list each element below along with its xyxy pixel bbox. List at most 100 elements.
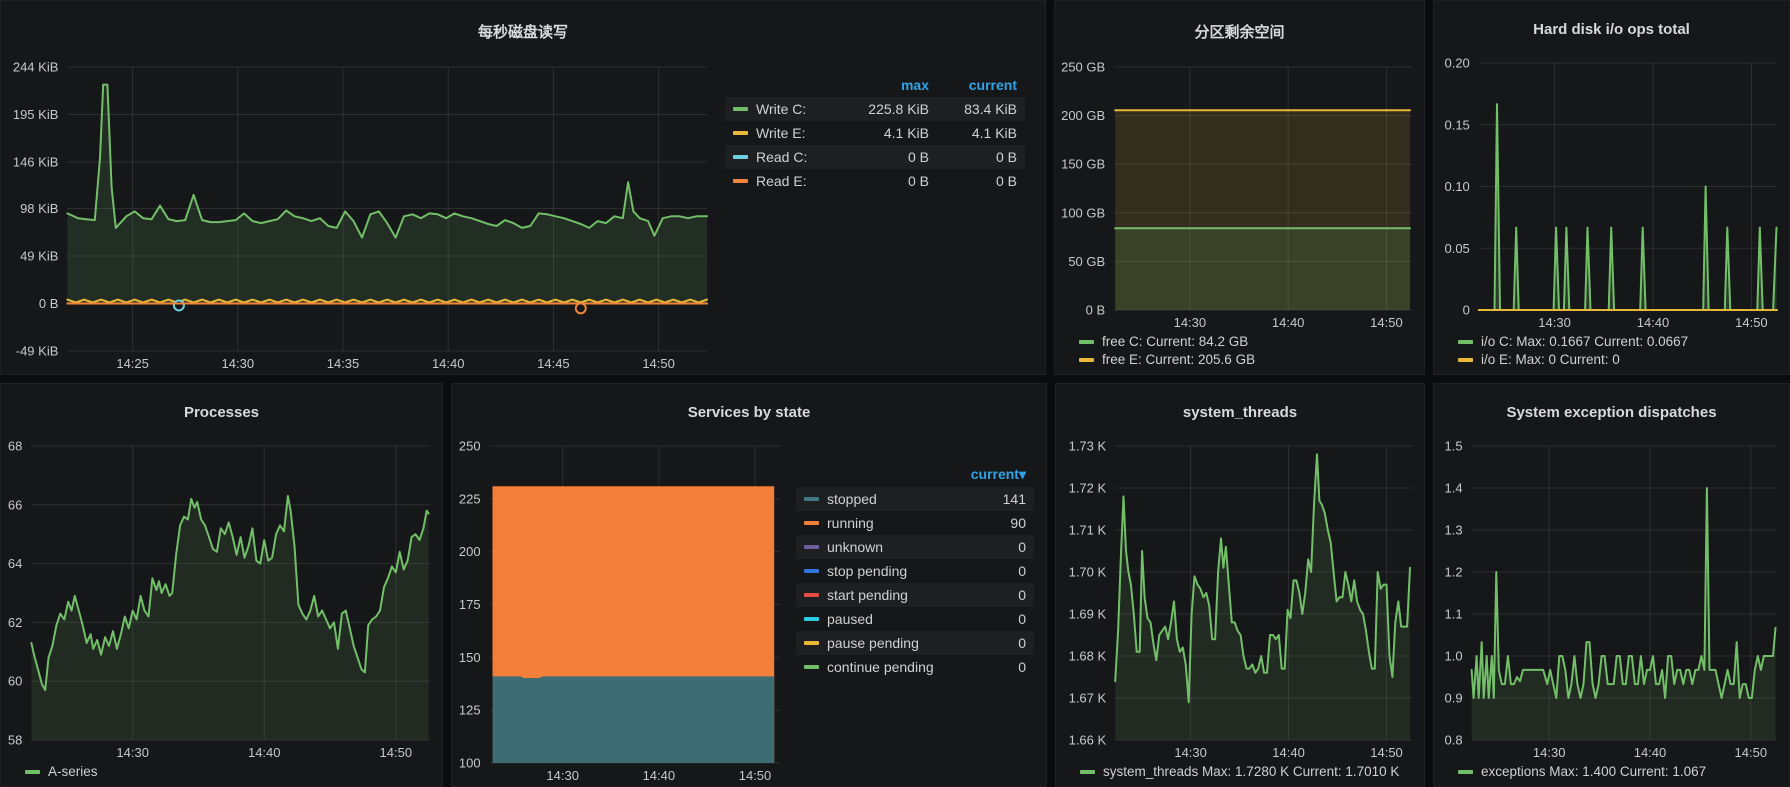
- panel-system-threads: system_threads 1.73 K1.72 K1.71 K1.70 K1…: [1055, 383, 1425, 787]
- series-swatch-icon: [804, 569, 819, 573]
- legend-item[interactable]: A-series: [25, 764, 434, 779]
- legend-row[interactable]: stopped 141: [796, 487, 1034, 511]
- panel-title[interactable]: Processes: [1, 396, 442, 423]
- series-value: 0: [968, 635, 1026, 651]
- legend-item[interactable]: free C: Current: 84.2 GB: [1079, 334, 1416, 349]
- legend-row[interactable]: Write C:225.8 KiB83.4 KiB: [725, 97, 1025, 121]
- series-swatch-icon: [804, 593, 819, 597]
- processes-chart[interactable]: 68666462605814:3014:4014:50: [1, 436, 442, 763]
- legend-item[interactable]: i/o E: Max: 0 Current: 0: [1458, 352, 1781, 367]
- svg-text:150: 150: [459, 650, 481, 665]
- series-value: 83.4 KiB: [929, 101, 1017, 117]
- series-value: 0 B: [929, 173, 1017, 189]
- series-value: 0 B: [929, 149, 1017, 165]
- series-label: exceptions Max: 1.400 Current: 1.067: [1481, 764, 1706, 779]
- system-threads-chart[interactable]: 1.73 K1.72 K1.71 K1.70 K1.69 K1.68 K1.67…: [1056, 436, 1424, 763]
- free-space-chart[interactable]: 250 GB200 GB150 GB100 GB50 GB0 B14:3014:…: [1055, 57, 1424, 333]
- legend-item[interactable]: i/o C: Max: 0.1667 Current: 0.0667: [1458, 334, 1781, 349]
- legend-row[interactable]: Read C:0 B0 B: [725, 145, 1025, 169]
- series-label: start pending: [827, 587, 908, 603]
- legend-table-header: maxcurrent: [725, 73, 1025, 97]
- series-swatch-icon: [1079, 340, 1094, 344]
- svg-text:0: 0: [1463, 302, 1470, 317]
- svg-text:14:40: 14:40: [1272, 315, 1305, 330]
- legend-sort-column[interactable]: current: [929, 77, 1017, 93]
- svg-text:14:35: 14:35: [327, 356, 360, 371]
- io_ops-canvas[interactable]: 0.200.150.100.05014:3014:4014:50: [1434, 53, 1789, 333]
- services-chart[interactable]: 25022520017515012510014:3014:4014:50: [452, 436, 792, 786]
- system-threads-legend: system_threads Max: 1.7280 K Current: 1.…: [1056, 763, 1424, 786]
- svg-text:150 GB: 150 GB: [1061, 157, 1105, 172]
- series-value: 0: [968, 539, 1026, 555]
- svg-text:1.0: 1.0: [1445, 648, 1463, 663]
- legend-item[interactable]: exceptions Max: 1.400 Current: 1.067: [1458, 764, 1781, 779]
- disk_rw-canvas[interactable]: 244 KiB195 KiB146 KiB98 KiB49 KiB0 B-49 …: [1, 57, 719, 374]
- legend-row[interactable]: continue pending 0: [796, 655, 1034, 679]
- panel-title[interactable]: Services by state: [452, 396, 1046, 423]
- legend-row[interactable]: Write E:4.1 KiB4.1 KiB: [725, 121, 1025, 145]
- series-swatch-icon: [1079, 358, 1094, 362]
- svg-text:14:40: 14:40: [248, 745, 281, 760]
- processes-canvas[interactable]: 68666462605814:3014:4014:50: [1, 436, 442, 763]
- legend-sort-column[interactable]: current▾: [968, 466, 1026, 483]
- panel-title[interactable]: system_threads: [1056, 396, 1424, 423]
- legend-row[interactable]: unknown0: [796, 535, 1034, 559]
- panel-title[interactable]: System exception dispatches: [1434, 396, 1789, 423]
- panel-processes: Processes 68666462605814:3014:4014:50 A-…: [0, 383, 443, 787]
- svg-text:0.15: 0.15: [1444, 117, 1469, 132]
- legend-row[interactable]: running90: [796, 511, 1034, 535]
- svg-text:1.5: 1.5: [1445, 438, 1463, 453]
- legend-row[interactable]: stop pending0: [796, 559, 1034, 583]
- legend-row[interactable]: Read E:0 B0 B: [725, 169, 1025, 193]
- series-label: A-series: [48, 764, 98, 779]
- svg-text:14:30: 14:30: [1174, 315, 1207, 330]
- series-swatch-icon: [733, 131, 748, 135]
- disk-read-write-chart[interactable]: 244 KiB195 KiB146 KiB98 KiB49 KiB0 B-49 …: [1, 57, 719, 374]
- series-value: 141: [968, 491, 1026, 507]
- exceptions-chart[interactable]: 1.51.41.31.21.11.00.90.814:3014:4014:50: [1434, 436, 1789, 763]
- svg-text:100: 100: [459, 755, 481, 770]
- legend-row[interactable]: start pending0: [796, 583, 1034, 607]
- svg-text:0.8: 0.8: [1445, 732, 1463, 747]
- series-label: running: [827, 515, 874, 531]
- svg-text:66: 66: [8, 497, 22, 512]
- grafana-dashboard: 每秒磁盘读写 244 KiB195 KiB146 KiB98 KiB49 KiB…: [0, 0, 1790, 787]
- series-swatch-icon: [1080, 770, 1095, 774]
- series-label: i/o E: Max: 0 Current: 0: [1481, 352, 1620, 367]
- series-label: stopped: [827, 491, 877, 507]
- series-swatch-icon: [25, 770, 40, 774]
- svg-text:14:30: 14:30: [116, 745, 149, 760]
- io-ops-chart[interactable]: 0.200.150.100.05014:3014:4014:50: [1434, 53, 1789, 333]
- free_space-canvas[interactable]: 250 GB200 GB150 GB100 GB50 GB0 B14:3014:…: [1055, 57, 1424, 333]
- services-canvas[interactable]: 25022520017515012510014:3014:4014:50: [452, 436, 792, 786]
- threads-canvas[interactable]: 1.73 K1.72 K1.71 K1.70 K1.69 K1.68 K1.67…: [1056, 436, 1424, 763]
- legend-row[interactable]: pause pending0: [796, 631, 1034, 655]
- svg-text:146 KiB: 146 KiB: [13, 154, 59, 169]
- exceptions-canvas[interactable]: 1.51.41.31.21.11.00.90.814:3014:4014:50: [1434, 436, 1789, 763]
- panel-title[interactable]: 分区剩余空间: [1055, 13, 1424, 44]
- svg-text:175: 175: [459, 597, 481, 612]
- svg-text:195 KiB: 195 KiB: [13, 107, 59, 122]
- exceptions-legend: exceptions Max: 1.400 Current: 1.067: [1434, 763, 1789, 786]
- series-value: 0 B: [829, 149, 929, 165]
- legend-item[interactable]: system_threads Max: 1.7280 K Current: 1.…: [1080, 764, 1416, 779]
- svg-text:1.67 K: 1.67 K: [1069, 690, 1107, 705]
- svg-text:225: 225: [459, 491, 481, 506]
- series-value: 0: [968, 659, 1026, 675]
- svg-text:14:30: 14:30: [1538, 315, 1571, 330]
- svg-text:1.2: 1.2: [1445, 564, 1463, 579]
- legend-sort-column[interactable]: max: [829, 77, 929, 93]
- panel-title[interactable]: 每秒磁盘读写: [1, 13, 1045, 44]
- legend-item[interactable]: free E: Current: 205.6 GB: [1079, 352, 1416, 367]
- svg-text:14:50: 14:50: [739, 768, 772, 783]
- svg-text:14:50: 14:50: [1735, 315, 1768, 330]
- svg-text:14:40: 14:40: [643, 768, 676, 783]
- legend-row[interactable]: paused0: [796, 607, 1034, 631]
- svg-text:62: 62: [8, 615, 22, 630]
- svg-text:0.9: 0.9: [1445, 690, 1463, 705]
- series-label: continue pending: [827, 659, 934, 675]
- panel-title[interactable]: Hard disk i/o ops total: [1434, 13, 1789, 40]
- svg-text:50 GB: 50 GB: [1068, 254, 1105, 269]
- series-label: Write C:: [756, 101, 806, 117]
- svg-text:14:30: 14:30: [222, 356, 255, 371]
